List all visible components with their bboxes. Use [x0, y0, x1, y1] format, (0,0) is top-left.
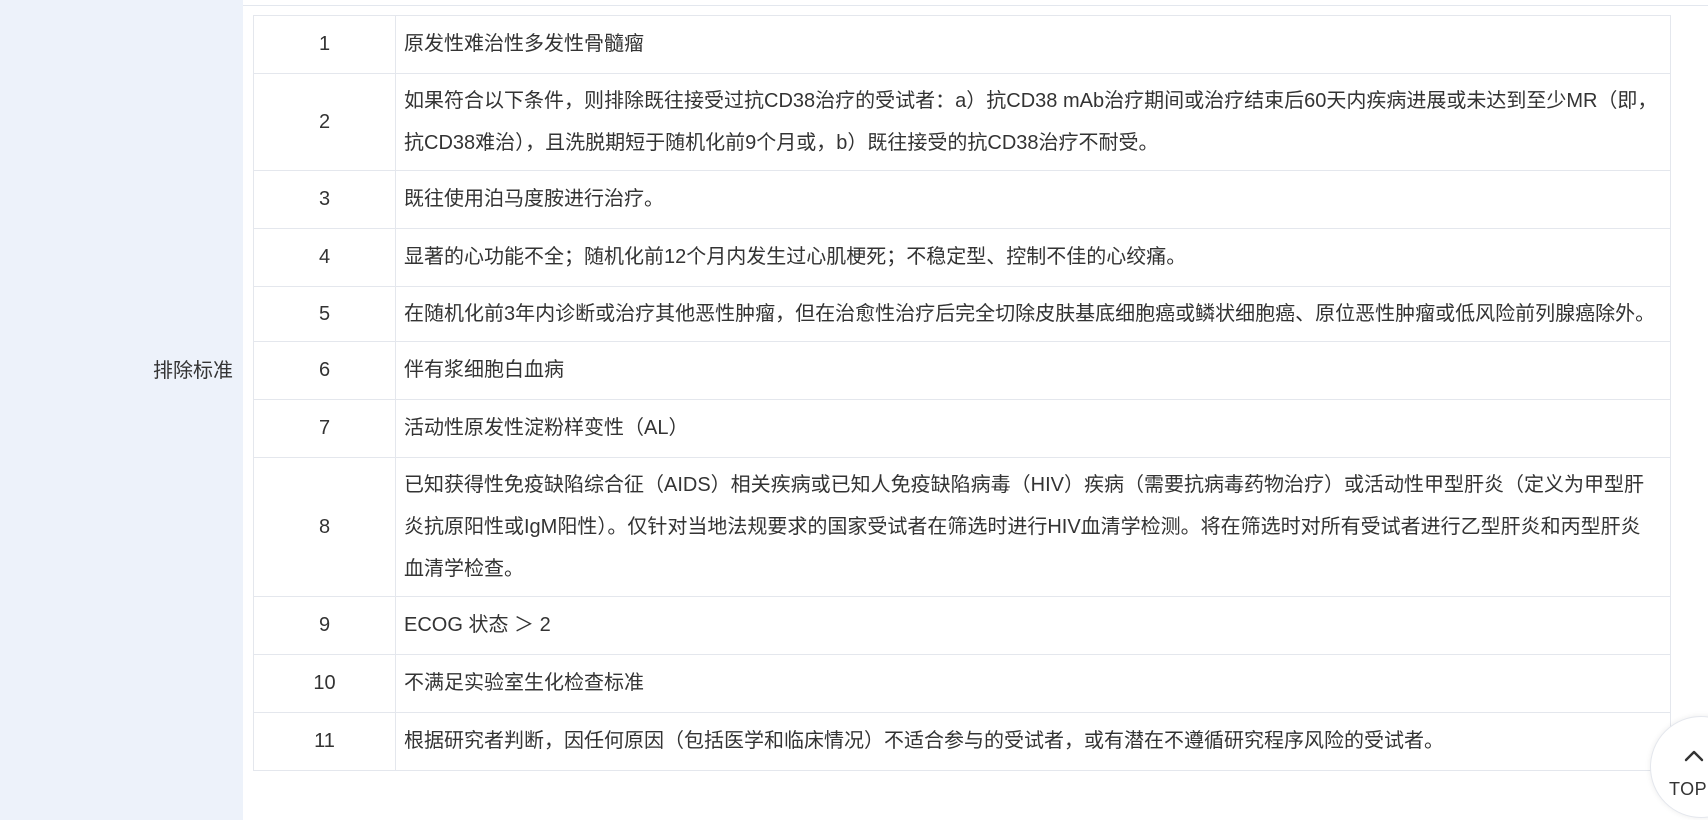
exclusion-criteria-table: 1 原发性难治性多发性骨髓瘤 2 如果符合以下条件，则排除既往接受过抗CD38治… [253, 15, 1671, 771]
row-text: 伴有浆细胞白血病 [395, 341, 1671, 400]
row-number: 11 [253, 712, 396, 771]
row-text: 在随机化前3年内诊断或治疗其他恶性肿瘤，但在治愈性治疗后完全切除皮肤基底细胞癌或… [395, 286, 1671, 342]
section-label: 排除标准 [153, 359, 233, 382]
row-text: 既往使用泊马度胺进行治疗。 [395, 170, 1671, 229]
row-number: 4 [253, 228, 396, 287]
row-text: 根据研究者判断，因任何原因（包括医学和临床情况）不适合参与的受试者，或有潜在不遵… [395, 712, 1671, 771]
row-number: 10 [253, 654, 396, 713]
chevron-up-icon [1684, 750, 1704, 762]
row-text: 原发性难治性多发性骨髓瘤 [395, 15, 1671, 74]
row-number: 2 [253, 73, 396, 171]
label-column [0, 0, 243, 820]
row-text: ECOG 状态 ＞ 2 [395, 596, 1671, 655]
row-number: 6 [253, 341, 396, 400]
table-row: 5 在随机化前3年内诊断或治疗其他恶性肿瘤，但在治愈性治疗后完全切除皮肤基底细胞… [253, 286, 1671, 342]
row-text: 显著的心功能不全；随机化前12个月内发生过心肌梗死；不稳定型、控制不佳的心绞痛。 [395, 228, 1671, 287]
table-row: 9 ECOG 状态 ＞ 2 [253, 596, 1671, 655]
table-row: 7 活动性原发性淀粉样变性（AL） [253, 399, 1671, 458]
page: 排除标准 1 原发性难治性多发性骨髓瘤 2 如果符合以下条件，则排除既往接受过抗… [0, 0, 1708, 820]
row-number: 5 [253, 286, 396, 342]
row-text: 不满足实验室生化检查标准 [395, 654, 1671, 713]
row-text: 已知获得性免疫缺陷综合征（AIDS）相关疾病或已知人免疫缺陷病毒（HIV）疾病（… [395, 457, 1671, 597]
table-row: 11 根据研究者判断，因任何原因（包括医学和临床情况）不适合参与的受试者，或有潜… [253, 712, 1671, 771]
table-row: 4 显著的心功能不全；随机化前12个月内发生过心肌梗死；不稳定型、控制不佳的心绞… [253, 228, 1671, 287]
table-row: 3 既往使用泊马度胺进行治疗。 [253, 170, 1671, 229]
row-number: 9 [253, 596, 396, 655]
row-number: 8 [253, 457, 396, 597]
table-row: 8 已知获得性免疫缺陷综合征（AIDS）相关疾病或已知人免疫缺陷病毒（HIV）疾… [253, 457, 1671, 597]
top-divider [243, 0, 1708, 6]
table-row: 2 如果符合以下条件，则排除既往接受过抗CD38治疗的受试者：a）抗CD38 m… [253, 73, 1671, 171]
table-row: 1 原发性难治性多发性骨髓瘤 [253, 15, 1671, 74]
row-number: 1 [253, 15, 396, 74]
row-text: 活动性原发性淀粉样变性（AL） [395, 399, 1671, 458]
table-row: 10 不满足实验室生化检查标准 [253, 654, 1671, 713]
row-text: 如果符合以下条件，则排除既往接受过抗CD38治疗的受试者：a）抗CD38 mAb… [395, 73, 1671, 171]
back-to-top-label: TOP [1669, 779, 1708, 799]
row-number: 7 [253, 399, 396, 458]
table-row: 6 伴有浆细胞白血病 [253, 341, 1671, 400]
row-number: 3 [253, 170, 396, 229]
